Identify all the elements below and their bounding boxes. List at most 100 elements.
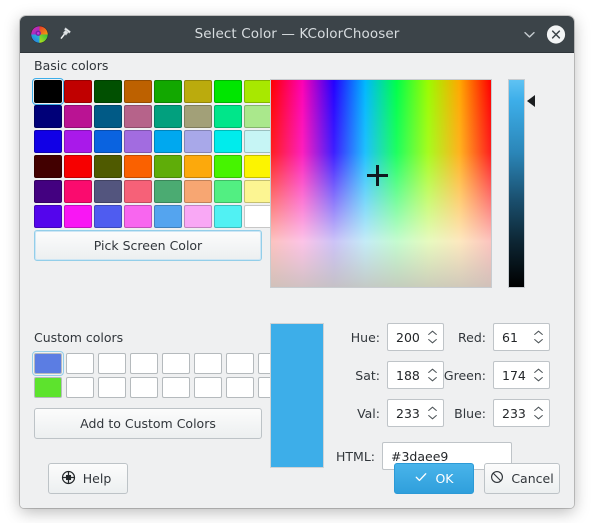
basic-color-swatch[interactable] <box>124 80 152 103</box>
red-value: 61 <box>502 329 518 345</box>
basic-color-swatch[interactable] <box>154 105 182 128</box>
pin-icon[interactable] <box>58 26 73 42</box>
basic-color-swatch[interactable] <box>94 130 122 153</box>
help-button-label: Help <box>82 471 112 486</box>
basic-color-swatch[interactable] <box>64 180 92 203</box>
add-to-custom-colors-button[interactable]: Add to Custom Colors <box>34 408 262 439</box>
custom-color-swatch[interactable] <box>226 377 254 398</box>
basic-color-swatch[interactable] <box>154 130 182 153</box>
basic-color-swatch[interactable] <box>94 155 122 178</box>
basic-color-swatch[interactable] <box>154 205 182 228</box>
basic-color-swatch[interactable] <box>124 155 152 178</box>
basic-color-swatch[interactable] <box>94 80 122 103</box>
basic-color-swatch[interactable] <box>154 155 182 178</box>
titlebar-window-controls <box>519 24 566 44</box>
val-label: Val: <box>357 405 380 421</box>
basic-color-swatch[interactable] <box>34 180 62 203</box>
hue-value: 200 <box>396 329 420 345</box>
sat-label: Sat: <box>355 367 380 383</box>
basic-color-swatch[interactable] <box>154 80 182 103</box>
basic-color-swatch[interactable] <box>244 155 272 178</box>
basic-color-swatch[interactable] <box>34 105 62 128</box>
color-chooser-window: Select Color — KColorChooser Basic color… <box>20 16 574 508</box>
custom-color-swatch[interactable] <box>162 377 190 398</box>
basic-colors-grid[interactable] <box>32 78 272 228</box>
cancel-button[interactable]: Cancel <box>484 463 560 494</box>
help-button[interactable]: Help <box>48 463 128 494</box>
custom-colors-label: Custom colors <box>34 330 124 345</box>
spinner-arrows-icon[interactable] <box>427 328 439 346</box>
basic-color-swatch[interactable] <box>184 205 212 228</box>
value-slider[interactable] <box>508 79 525 288</box>
custom-color-swatch[interactable] <box>98 377 126 398</box>
basic-color-swatch[interactable] <box>184 105 212 128</box>
basic-color-swatch[interactable] <box>214 105 242 128</box>
basic-color-swatch[interactable] <box>32 78 64 105</box>
custom-color-swatch[interactable] <box>66 377 94 398</box>
basic-color-swatch[interactable] <box>184 130 212 153</box>
basic-color-swatch[interactable] <box>124 105 152 128</box>
basic-color-swatch[interactable] <box>184 80 212 103</box>
basic-color-swatch[interactable] <box>64 80 92 103</box>
green-spinbox[interactable]: 174 <box>493 361 550 389</box>
basic-color-swatch[interactable] <box>244 105 272 128</box>
basic-color-swatch[interactable] <box>34 130 62 153</box>
blue-spinbox[interactable]: 233 <box>493 399 550 427</box>
basic-color-swatch[interactable] <box>154 180 182 203</box>
basic-color-swatch[interactable] <box>244 180 272 203</box>
spinner-arrows-icon[interactable] <box>533 328 545 346</box>
basic-color-swatch[interactable] <box>124 205 152 228</box>
basic-color-swatch[interactable] <box>34 155 62 178</box>
cancel-button-label: Cancel <box>511 471 554 486</box>
basic-color-swatch[interactable] <box>94 205 122 228</box>
custom-color-swatch[interactable] <box>66 353 94 374</box>
basic-color-swatch[interactable] <box>64 130 92 153</box>
basic-color-swatch[interactable] <box>124 130 152 153</box>
ok-button[interactable]: OK <box>394 463 474 494</box>
basic-color-swatch[interactable] <box>64 205 92 228</box>
basic-color-swatch[interactable] <box>214 155 242 178</box>
titlebar[interactable]: Select Color — KColorChooser <box>20 16 574 53</box>
basic-color-swatch[interactable] <box>214 205 242 228</box>
basic-color-swatch[interactable] <box>64 155 92 178</box>
custom-color-swatch[interactable] <box>32 351 64 376</box>
custom-color-swatch[interactable] <box>130 377 158 398</box>
check-icon <box>414 470 428 487</box>
spinner-arrows-icon[interactable] <box>533 366 545 384</box>
red-spinbox[interactable]: 61 <box>493 323 550 351</box>
basic-color-swatch[interactable] <box>184 155 212 178</box>
custom-color-swatch[interactable] <box>162 353 190 374</box>
basic-color-swatch[interactable] <box>214 180 242 203</box>
custom-color-swatch[interactable] <box>98 353 126 374</box>
basic-color-swatch[interactable] <box>214 130 242 153</box>
basic-color-swatch[interactable] <box>244 130 272 153</box>
chevron-down-icon[interactable] <box>519 24 539 44</box>
red-field-row: Red: 61 <box>442 323 550 351</box>
basic-color-swatch[interactable] <box>34 205 62 228</box>
dialog-button-bar: Help OK Cancel <box>34 463 560 508</box>
green-label: Green: <box>443 367 486 383</box>
spinner-arrows-icon[interactable] <box>533 404 545 422</box>
basic-color-swatch[interactable] <box>94 180 122 203</box>
basic-color-swatch[interactable] <box>94 105 122 128</box>
custom-color-swatch[interactable] <box>226 353 254 374</box>
custom-colors-grid[interactable] <box>32 351 286 398</box>
blue-label: Blue: <box>454 405 486 421</box>
basic-color-swatch[interactable] <box>184 180 212 203</box>
custom-color-swatch[interactable] <box>194 353 222 374</box>
value-slider-handle-icon[interactable] <box>527 95 535 107</box>
custom-color-swatch[interactable] <box>34 377 62 398</box>
color-gradient-picker[interactable] <box>270 79 492 288</box>
hue-saturation-field[interactable] <box>270 79 492 288</box>
hue-spinbox[interactable]: 200 <box>387 323 444 351</box>
custom-color-swatch[interactable] <box>130 353 158 374</box>
pick-screen-color-button[interactable]: Pick Screen Color <box>34 230 262 261</box>
basic-color-swatch[interactable] <box>244 205 272 228</box>
basic-color-swatch[interactable] <box>124 180 152 203</box>
basic-color-swatch[interactable] <box>244 80 272 103</box>
basic-color-swatch[interactable] <box>214 80 242 103</box>
ok-button-label: OK <box>435 471 454 486</box>
close-icon[interactable] <box>546 24 566 44</box>
custom-color-swatch[interactable] <box>194 377 222 398</box>
basic-color-swatch[interactable] <box>64 105 92 128</box>
